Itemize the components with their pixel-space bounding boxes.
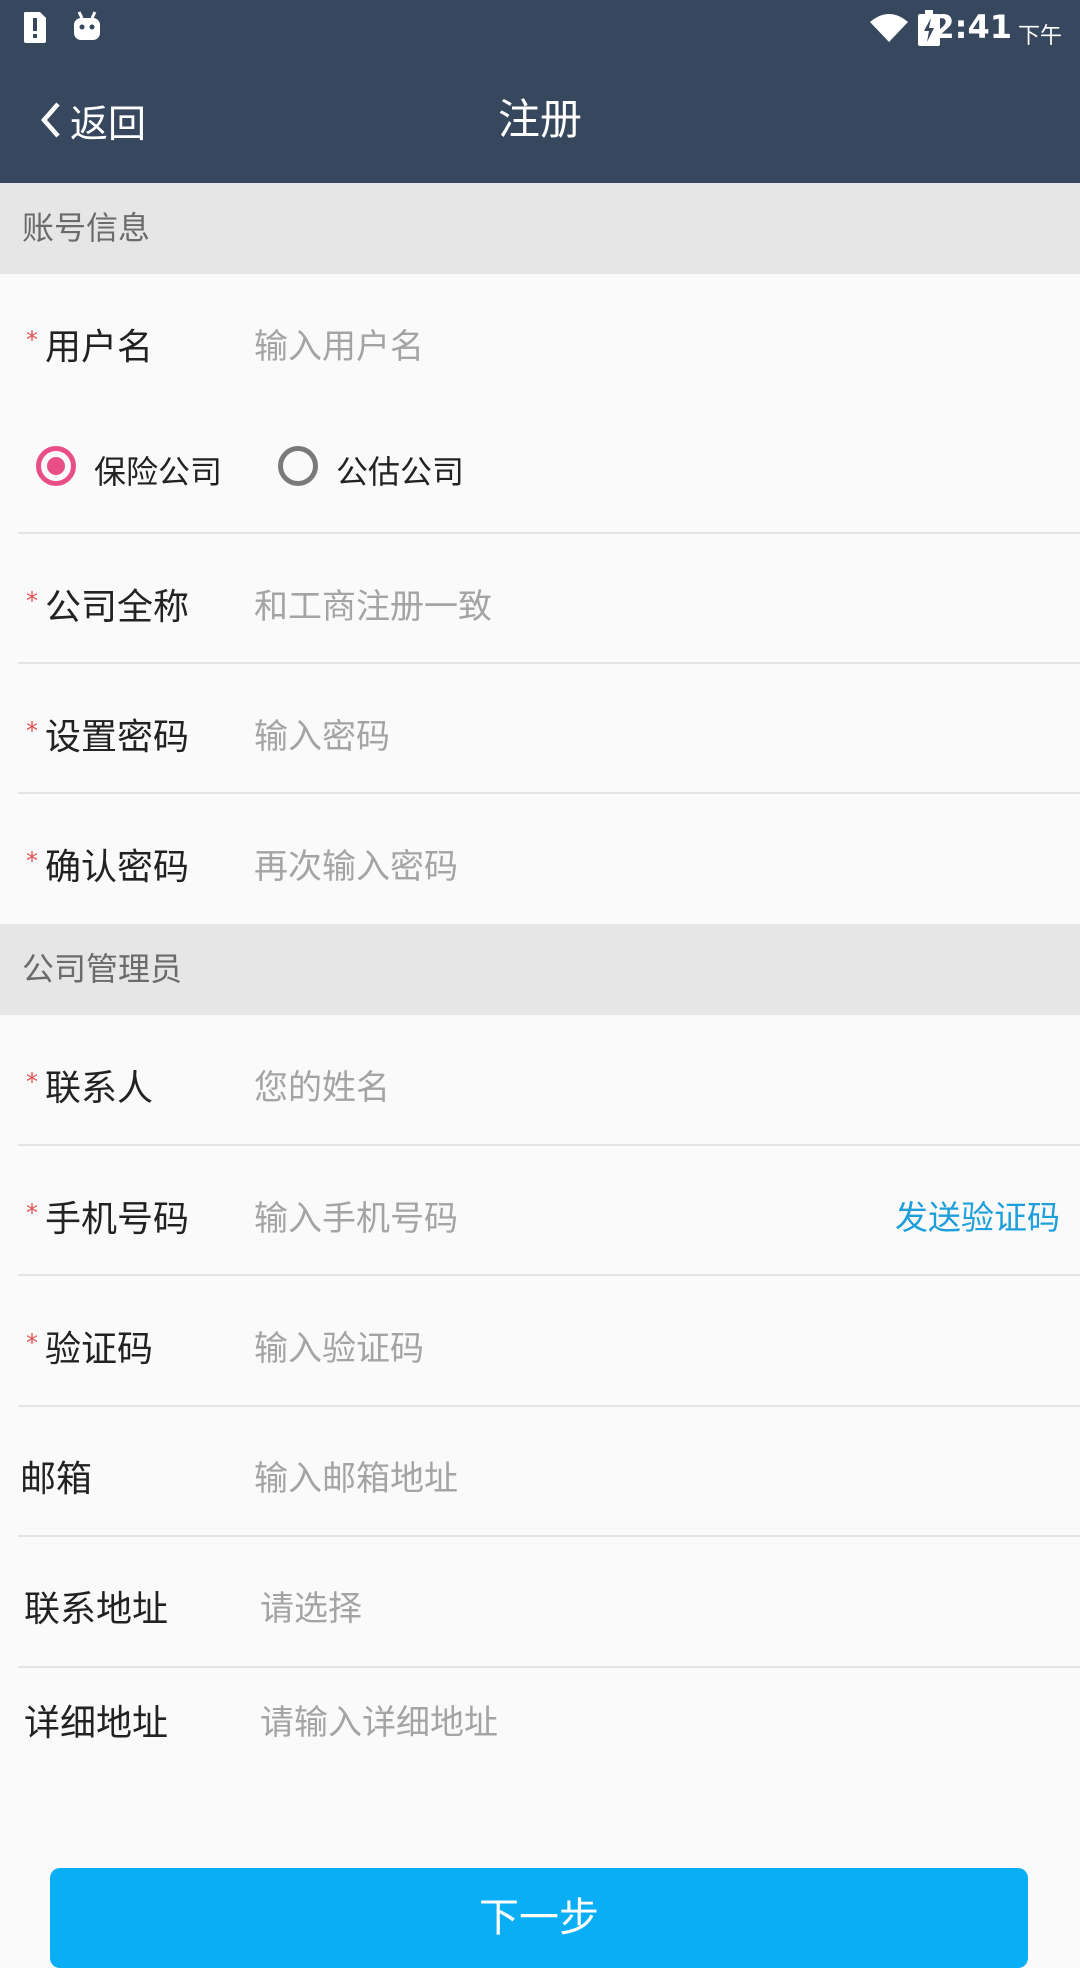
username-input[interactable]: 输入用户名 (254, 319, 424, 368)
divider (18, 532, 1080, 534)
section-header-account: 账号信息 (0, 183, 1080, 274)
radio-unselected-icon[interactable] (278, 446, 318, 486)
required-mark: * (26, 587, 38, 615)
email-label: 邮箱 (20, 1459, 93, 1500)
required-mark: * (26, 847, 38, 875)
divider (18, 1535, 1080, 1537)
page-title: 注册 (497, 95, 582, 144)
required-mark: * (26, 1199, 38, 1227)
divider (18, 792, 1080, 794)
radio-label-assessment: 公估公司 (336, 453, 465, 491)
clock-ampm: 下午 (1017, 24, 1062, 49)
sim-alert-icon (24, 12, 46, 43)
next-step-button[interactable]: 下一步 (50, 1868, 1028, 1968)
required-mark: * (26, 1068, 38, 1096)
required-mark: * (26, 326, 38, 354)
phone-input[interactable]: 输入手机号码 (254, 1191, 458, 1240)
address-detail-label: 详细地址 (24, 1703, 169, 1744)
company-name-label: 公司全称 (45, 587, 190, 628)
radio-selected-icon[interactable] (36, 446, 76, 486)
contact-label: 联系人 (45, 1068, 154, 1109)
password-input[interactable]: 输入密码 (254, 709, 390, 758)
send-code-button[interactable]: 发送验证码 (895, 1191, 1060, 1239)
confirm-password-input[interactable]: 再次输入密码 (254, 839, 458, 888)
status-bar: 2:41 下午 (0, 0, 1080, 58)
company-name-input[interactable]: 和工商注册一致 (254, 579, 492, 628)
divider (18, 1144, 1080, 1146)
contact-input[interactable]: 您的姓名 (254, 1060, 390, 1109)
app-header: 2:41 下午 返回 注册 (0, 0, 1080, 183)
radio-label-insurance: 保险公司 (94, 453, 223, 491)
password-label: 设置密码 (45, 717, 190, 758)
wifi-icon (870, 14, 908, 42)
username-label: 用户名 (45, 327, 154, 368)
address-select[interactable]: 请选择 (260, 1581, 362, 1630)
android-debug-icon (74, 11, 100, 40)
divider (18, 1405, 1080, 1407)
clock: 2:41 (932, 8, 1012, 46)
confirm-password-label: 确认密码 (45, 847, 190, 888)
code-label: 验证码 (45, 1329, 154, 1370)
email-input[interactable]: 输入邮箱地址 (254, 1451, 458, 1500)
code-input[interactable]: 输入验证码 (254, 1321, 424, 1370)
required-mark: * (26, 717, 38, 745)
divider (18, 1666, 1080, 1668)
address-detail-input[interactable]: 请输入详细地址 (260, 1695, 498, 1744)
divider (18, 662, 1080, 664)
section-header-admin: 公司管理员 (0, 924, 1080, 1015)
divider (18, 1274, 1080, 1276)
address-label: 联系地址 (24, 1589, 169, 1630)
required-mark: * (26, 1329, 38, 1357)
phone-label: 手机号码 (45, 1199, 190, 1240)
